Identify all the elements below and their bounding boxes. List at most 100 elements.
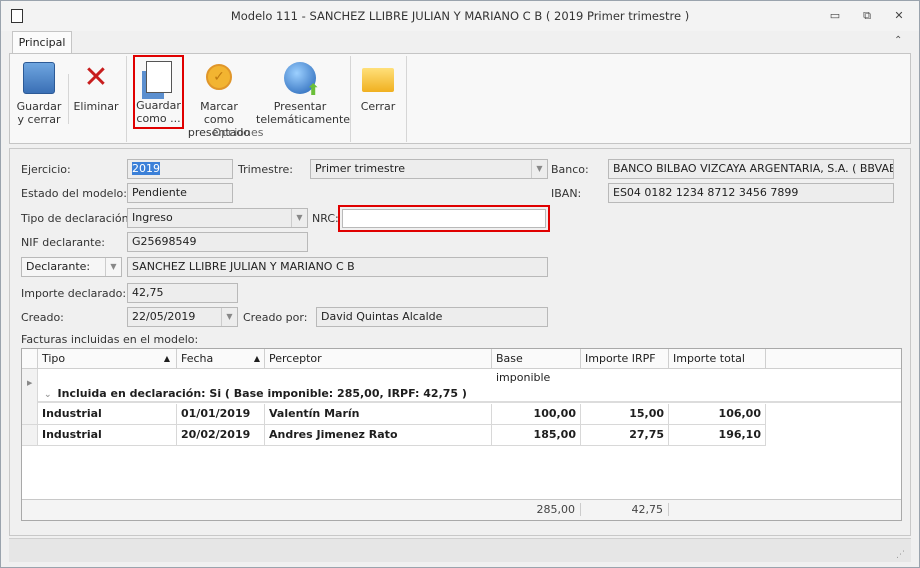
ejercicio-value: 2019 — [132, 162, 160, 175]
tipo-value: Ingreso — [132, 211, 173, 224]
ribbon: Guardar y cerrar ✕ Eliminar Guardar como .… — [9, 53, 911, 144]
footer-base-total: 285,00 — [492, 503, 581, 516]
column-header-perceptor[interactable]: Perceptor — [265, 349, 492, 369]
declarante-field[interactable]: SANCHEZ LLIBRE JULIAN Y MARIANO C B — [127, 257, 548, 277]
globe-upload-icon: ⬆ — [284, 62, 320, 98]
creado-por-label: Creado por: — [243, 311, 308, 324]
group-row[interactable]: ⌄ Incluida en declaración: Si ( Base impo… — [38, 385, 901, 403]
badge-check-icon: ✓ — [206, 64, 232, 90]
trimestre-select[interactable]: Primer trimestre ▼ — [310, 159, 548, 179]
ejercicio-field[interactable]: 2019 — [127, 159, 233, 179]
button-label: Marcar como — [200, 100, 238, 126]
ejercicio-label: Ejercicio: — [21, 163, 71, 176]
guardar-cerrar-button[interactable]: Guardar y cerrar — [14, 58, 64, 128]
chevron-down-icon: ▼ — [105, 258, 121, 276]
button-label: Cerrar — [360, 100, 396, 113]
row-indicator — [22, 404, 38, 425]
estado-label: Estado del modelo: — [21, 187, 127, 200]
importe-label: Importe declarado: — [21, 287, 127, 300]
header-label: Fecha — [181, 352, 214, 365]
button-label: Eliminar — [73, 100, 119, 113]
creado-date-picker[interactable]: 22/05/2019 ▼ — [127, 307, 238, 327]
cell-perceptor: Andres Jimenez Rato — [265, 425, 492, 446]
sort-asc-icon: ▲ — [163, 354, 170, 363]
estado-field[interactable]: Pendiente — [127, 183, 233, 203]
cerrar-button[interactable]: Cerrar — [356, 58, 400, 128]
title-bar: Modelo 111 - SANCHEZ LLIBRE JULIAN Y MAR… — [1, 1, 919, 31]
footer-irpf-total: 42,75 — [581, 503, 669, 516]
importe-field[interactable]: 42,75 — [127, 283, 238, 303]
button-label: Guardar — [16, 100, 62, 113]
row-indicator-header — [22, 349, 38, 369]
folder-open-icon — [362, 68, 394, 92]
button-label: Presentar — [273, 100, 327, 113]
cell-fecha: 01/01/2019 — [177, 404, 265, 425]
column-header-fecha[interactable]: Fecha ▲ — [177, 349, 265, 369]
status-bar: ⋰ — [9, 538, 911, 562]
column-header-tipo[interactable]: Tipo ▲ — [38, 349, 177, 369]
banco-label: Banco: — [551, 163, 589, 176]
grid-footer: 285,00 42,75 — [22, 499, 901, 520]
column-header-total[interactable]: Importe total — [669, 349, 766, 369]
button-label: Guardar — [136, 99, 181, 112]
nrc-highlight — [338, 205, 550, 232]
button-label: telemáticamente — [256, 113, 351, 126]
column-header-irpf[interactable]: Importe IRPF — [581, 349, 669, 369]
creado-value: 22/05/2019 — [132, 310, 196, 323]
window-title: Modelo 111 - SANCHEZ LLIBRE JULIAN Y MAR… — [230, 9, 690, 23]
button-label: como ... — [136, 112, 181, 125]
collapse-chevron-icon: ⌄ — [44, 390, 52, 400]
cell-fecha: 20/02/2019 — [177, 425, 265, 446]
iban-field[interactable]: ES04 0182 1234 8712 3456 7899 — [608, 183, 894, 203]
cell-base: 185,00 — [492, 425, 581, 446]
collapse-ribbon-icon[interactable]: ⌃ — [894, 35, 902, 46]
facturas-grid: Tipo ▲ Fecha ▲ Perceptor Base imponible Im… — [21, 348, 902, 521]
button-label: y cerrar — [17, 113, 61, 126]
chevron-down-icon: ▼ — [221, 308, 237, 326]
row-indicator — [22, 425, 38, 446]
presentar-telematicamente-button[interactable]: ⬆ Presentar telemáticamente — [256, 58, 351, 128]
group-label: Incluida en declaración: Si ( Base impon… — [57, 387, 467, 400]
header-label: Tipo — [42, 352, 66, 365]
declarante-type-select[interactable]: Declarante: ▼ — [21, 257, 122, 277]
chevron-down-icon: ▼ — [291, 209, 307, 227]
cell-base: 100,00 — [492, 404, 581, 425]
eliminar-button[interactable]: ✕ Eliminar — [72, 58, 120, 128]
facturas-label: Facturas incluidas en el modelo: — [21, 333, 199, 346]
cell-tipo: Industrial — [38, 404, 177, 425]
current-row-icon: ▶ — [27, 379, 33, 387]
nrc-input[interactable] — [342, 209, 546, 228]
header-filler — [766, 349, 901, 369]
tipo-declaracion-select[interactable]: Ingreso ▼ — [127, 208, 308, 228]
floppy-disk-icon — [23, 62, 55, 94]
declarante-type-value: Declarante: — [26, 260, 91, 273]
delete-x-icon: ✕ — [83, 60, 109, 95]
resize-grip-icon[interactable]: ⋰ — [896, 550, 905, 560]
column-header-base[interactable]: Base imponible — [492, 349, 581, 384]
nif-label: NIF declarante: — [21, 236, 105, 249]
iban-label: IBAN: — [551, 187, 582, 200]
trimestre-label: Trimestre: — [238, 163, 293, 176]
sort-asc-icon: ▲ — [253, 354, 260, 363]
cell-perceptor: Valentín Marín — [265, 404, 492, 425]
chevron-down-icon: ▼ — [531, 160, 547, 178]
close-button[interactable]: ✕ — [891, 9, 907, 23]
app-icon — [11, 9, 23, 23]
group-label-opciones: Opciones — [212, 126, 264, 139]
banco-field[interactable]: BANCO BILBAO VIZCAYA ARGENTARIA, S.A. ( … — [608, 159, 894, 179]
tab-principal[interactable]: Principal — [12, 31, 72, 54]
save-as-document-icon — [145, 61, 172, 93]
creado-por-field[interactable]: David Quintas Alcalde — [316, 307, 548, 327]
creado-label: Creado: — [21, 311, 64, 324]
cell-irpf: 15,00 — [581, 404, 669, 425]
minimize-button[interactable]: ▭ — [827, 9, 843, 23]
marcar-presentado-button[interactable]: ✓ Marcar como presentado — [186, 58, 252, 139]
cell-tipo: Industrial — [38, 425, 177, 446]
guardar-como-button[interactable]: Guardar como ... — [133, 55, 184, 129]
nrc-label: NRC: — [312, 212, 339, 225]
trimestre-value: Primer trimestre — [315, 162, 405, 175]
nif-field[interactable]: G25698549 — [127, 232, 308, 252]
restore-button[interactable]: ⧉ — [859, 9, 875, 23]
cell-total: 106,00 — [669, 404, 766, 425]
cell-irpf: 27,75 — [581, 425, 669, 446]
